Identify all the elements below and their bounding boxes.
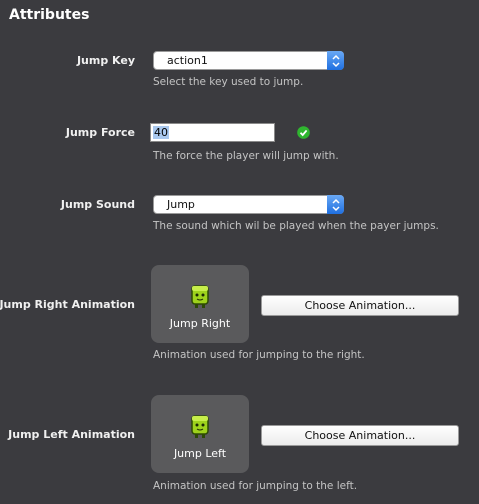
jump-key-hint: Select the key used to jump. <box>153 76 304 88</box>
jump-left-caption: Jump Left <box>173 447 227 460</box>
jump-force-label: Jump Force <box>65 126 135 139</box>
choose-animation-left-button[interactable]: Choose Animation... <box>261 425 459 446</box>
jump-sound-value: Jump <box>167 198 195 211</box>
character-sprite-icon <box>191 285 209 308</box>
up-down-arrows-icon <box>327 195 344 214</box>
jump-sound-hint: The sound which wil be played when the p… <box>153 220 439 232</box>
up-down-arrows-icon <box>327 51 344 70</box>
jump-sound-select[interactable]: Jump <box>153 195 344 214</box>
choose-animation-right-button[interactable]: Choose Animation... <box>261 295 459 316</box>
panel-title: Attributes <box>9 7 90 23</box>
jump-key-value: action1 <box>167 54 208 67</box>
jump-key-label: Jump Key <box>76 54 135 67</box>
character-sprite-icon <box>191 415 209 438</box>
jump-force-hint: The force the player will jump with. <box>153 150 339 162</box>
jump-left-label: Jump Left Animation <box>8 428 135 441</box>
jump-left-preview[interactable]: Jump Left <box>151 395 249 473</box>
jump-sound-label: Jump Sound <box>60 198 135 211</box>
jump-right-caption: Jump Right <box>169 317 231 330</box>
jump-left-hint: Animation used for jumping to the left. <box>153 480 358 492</box>
jump-right-preview[interactable]: Jump Right <box>151 265 249 343</box>
jump-force-input[interactable]: 40 <box>150 123 275 142</box>
checkmark-icon <box>297 126 310 139</box>
jump-key-select[interactable]: action1 <box>153 51 344 70</box>
jump-right-hint: Animation used for jumping to the right. <box>153 349 365 361</box>
jump-right-label: Jump Right Animation <box>0 298 135 311</box>
jump-force-value: 40 <box>153 126 169 139</box>
